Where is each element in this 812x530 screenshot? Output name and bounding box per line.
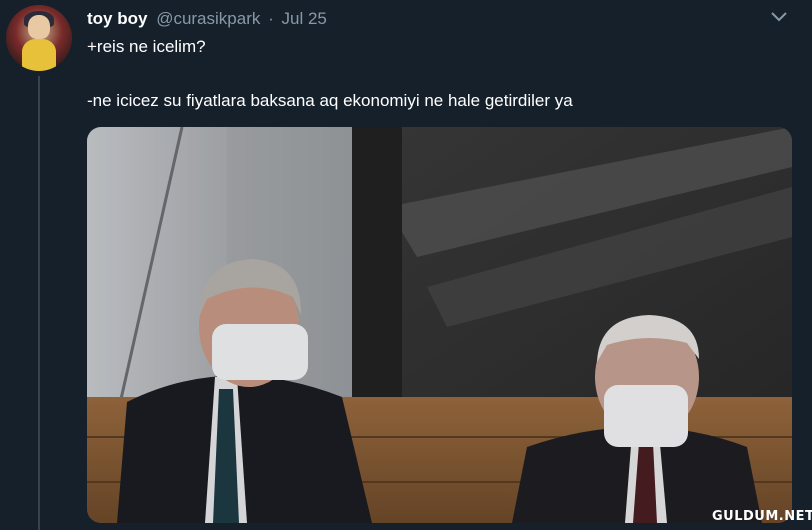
tweet-photo[interactable] bbox=[87, 127, 792, 523]
separator-dot: · bbox=[268, 9, 274, 28]
tweet-text-line-2: -ne icicez su fiyatlara baksana aq ekono… bbox=[87, 91, 573, 110]
avatar[interactable] bbox=[6, 5, 72, 71]
tweet-text-line-1: +reis ne icelim? bbox=[87, 37, 206, 56]
tweet-header: toy boy @curasikpark · Jul 25 bbox=[87, 8, 327, 30]
avatar-body bbox=[22, 39, 56, 71]
watermark: GULDUM.NET bbox=[712, 509, 812, 524]
tweet-date[interactable]: Jul 25 bbox=[282, 9, 327, 28]
avatar-head bbox=[28, 15, 50, 39]
chevron-down-icon[interactable] bbox=[770, 10, 788, 24]
thread-line bbox=[38, 76, 40, 530]
display-name[interactable]: toy boy bbox=[87, 9, 147, 28]
user-handle[interactable]: @curasikpark bbox=[156, 9, 260, 28]
